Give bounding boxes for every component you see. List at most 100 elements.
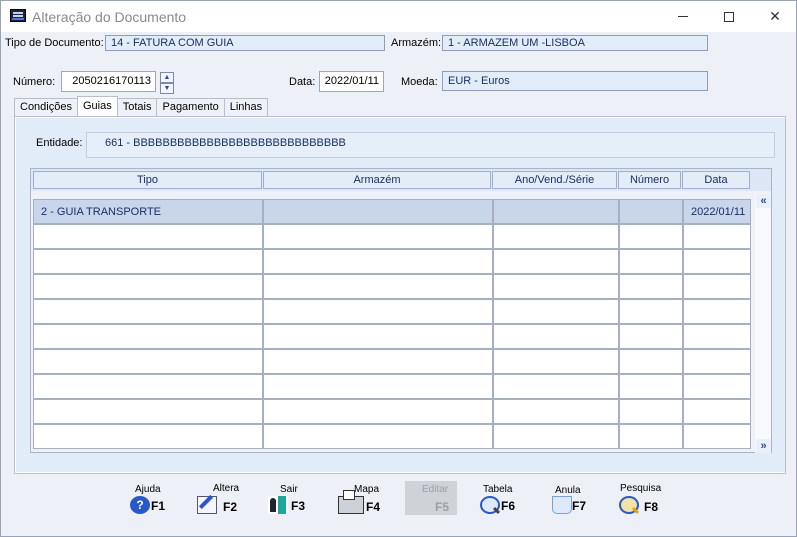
app-logo-icon: [10, 9, 26, 22]
tab-condicoes[interactable]: Condições: [14, 98, 78, 116]
grid-scroll-column[interactable]: [755, 193, 771, 453]
cell-armazem[interactable]: [263, 324, 493, 349]
search-icon: [619, 496, 639, 514]
close-icon: ✕: [769, 8, 781, 24]
cell-tipo[interactable]: [33, 374, 263, 399]
cell-ano-vend-serie[interactable]: [493, 424, 619, 449]
cell-numero[interactable]: [619, 274, 683, 299]
cell-tipo[interactable]: [33, 349, 263, 374]
cell-armazem[interactable]: [263, 249, 493, 274]
tab-pagamento[interactable]: Pagamento: [156, 98, 225, 116]
data-label: Data:: [289, 76, 316, 88]
cell-armazem[interactable]: [263, 274, 493, 299]
title-bar: Alteração do Documento ✕: [1, 1, 796, 32]
moeda-label: Moeda:: [401, 76, 438, 88]
armazem-field: 1 - ARMAZEM UM -LISBOA: [442, 35, 708, 51]
cell-numero[interactable]: [619, 424, 683, 449]
spin-up-icon[interactable]: ▲: [160, 72, 174, 83]
cell-ano-vend-serie[interactable]: [493, 199, 619, 224]
data-input[interactable]: 2022/01/11: [319, 71, 384, 92]
maximize-button[interactable]: [706, 1, 752, 32]
print-button-label: Mapa: [354, 484, 380, 495]
cell-tipo[interactable]: 2 - GUIA TRANSPORTE: [33, 199, 263, 224]
cell-ano-vend-serie[interactable]: [493, 274, 619, 299]
column-header-ano-vend-serie[interactable]: Ano/Vend./Série: [492, 171, 617, 189]
cell-numero[interactable]: [619, 349, 683, 374]
column-header-numero[interactable]: Número: [618, 171, 681, 189]
cell-data[interactable]: [683, 274, 751, 299]
help-button-label: Ajuda: [135, 484, 161, 495]
editar-button: Editar F5: [405, 479, 465, 519]
cell-armazem[interactable]: [263, 424, 493, 449]
table-button[interactable]: Tabela F6: [477, 479, 537, 519]
table-button-key: F6: [501, 499, 516, 513]
cell-ano-vend-serie[interactable]: [493, 399, 619, 424]
close-button[interactable]: ✕: [752, 1, 797, 32]
moeda-field: EUR - Euros: [442, 71, 708, 91]
cell-armazem[interactable]: [263, 199, 493, 224]
cell-numero[interactable]: [619, 249, 683, 274]
cell-tipo[interactable]: [33, 274, 263, 299]
exit-button[interactable]: Sair F3: [267, 479, 327, 519]
help-button-key: F1: [151, 499, 166, 513]
cell-data[interactable]: [683, 249, 751, 274]
edit-button[interactable]: Altera F2: [196, 479, 256, 519]
edit-button-key: F2: [223, 500, 238, 514]
cell-tipo[interactable]: [33, 224, 263, 249]
cancel-button[interactable]: Anula F7: [549, 479, 609, 519]
tipo-documento-field: 14 - FATURA COM GUIA: [105, 35, 385, 51]
cell-tipo[interactable]: [33, 424, 263, 449]
cell-data[interactable]: [683, 399, 751, 424]
spin-down-icon[interactable]: ▼: [160, 83, 174, 94]
cell-tipo[interactable]: [33, 249, 263, 274]
help-button[interactable]: Ajuda ? F1: [127, 479, 187, 519]
cell-tipo[interactable]: [33, 324, 263, 349]
cell-ano-vend-serie[interactable]: [493, 224, 619, 249]
cell-data[interactable]: [683, 324, 751, 349]
numero-spinner[interactable]: ▲ ▼: [160, 72, 174, 94]
cell-armazem[interactable]: [263, 299, 493, 324]
document-edit-window: Alteração do Documento ✕ Tipo de Documen…: [0, 0, 797, 537]
column-header-armazem[interactable]: Armazém: [263, 171, 491, 189]
cell-numero[interactable]: [619, 224, 683, 249]
column-header-data[interactable]: Data: [682, 171, 750, 189]
cell-armazem[interactable]: [263, 374, 493, 399]
cell-ano-vend-serie[interactable]: [493, 249, 619, 274]
cell-numero[interactable]: [619, 299, 683, 324]
entidade-field: 661 - BBBBBBBBBBBBBBBBBBBBBBBBBBBBB: [86, 132, 775, 158]
cell-ano-vend-serie[interactable]: [493, 374, 619, 399]
numero-input[interactable]: 2050216170113: [61, 71, 156, 92]
cell-numero[interactable]: [619, 199, 683, 224]
scroll-first-button[interactable]: «: [756, 194, 771, 208]
cell-armazem[interactable]: [263, 349, 493, 374]
double-chevron-left-icon: «: [760, 195, 767, 207]
cell-numero[interactable]: [619, 399, 683, 424]
cancel-button-label: Anula: [555, 485, 581, 496]
column-header-tipo[interactable]: Tipo: [33, 171, 262, 189]
cell-armazem[interactable]: [263, 224, 493, 249]
cell-tipo[interactable]: [33, 299, 263, 324]
help-icon: ?: [130, 496, 150, 514]
cell-data[interactable]: [683, 374, 751, 399]
print-button[interactable]: Mapa F4: [337, 479, 397, 519]
cell-numero[interactable]: [619, 324, 683, 349]
cell-data[interactable]: [683, 424, 751, 449]
cell-tipo[interactable]: [33, 399, 263, 424]
cell-numero[interactable]: [619, 374, 683, 399]
cell-data[interactable]: 2022/01/11: [683, 199, 751, 224]
cell-data[interactable]: [683, 349, 751, 374]
cell-ano-vend-serie[interactable]: [493, 324, 619, 349]
tab-guias[interactable]: Guias: [76, 96, 118, 116]
tab-linhas[interactable]: Linhas: [223, 98, 269, 116]
search-button-label: Pesquisa: [620, 483, 662, 494]
scroll-last-button[interactable]: »: [756, 439, 771, 453]
editar-button-key: F5: [435, 500, 450, 514]
tab-totais[interactable]: Totais: [116, 98, 158, 116]
search-button[interactable]: Pesquisa F8: [616, 479, 676, 519]
cell-ano-vend-serie[interactable]: [493, 349, 619, 374]
cell-ano-vend-serie[interactable]: [493, 299, 619, 324]
cell-armazem[interactable]: [263, 399, 493, 424]
minimize-button[interactable]: [660, 1, 706, 32]
cell-data[interactable]: [683, 299, 751, 324]
cell-data[interactable]: [683, 224, 751, 249]
